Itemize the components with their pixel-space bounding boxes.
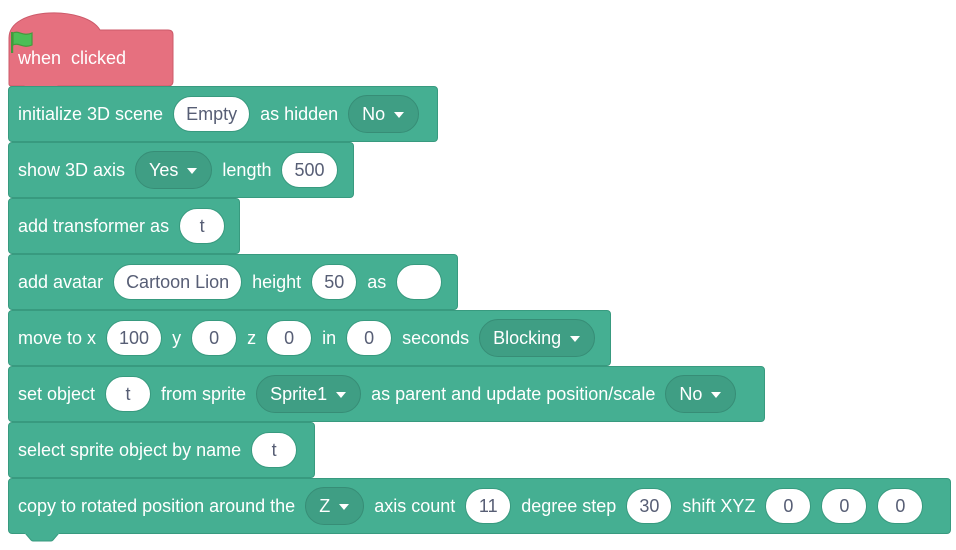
block-bottom-notch [25,533,59,542]
caret-down-icon [570,336,581,342]
block-text: in [322,327,337,348]
rotation-axis-dropdown[interactable]: Z [305,487,365,525]
object-input[interactable]: t [105,376,152,412]
height-input[interactable]: 50 [311,264,358,300]
dropdown-value: Sprite1 [270,383,328,404]
object-name-input[interactable]: t [251,432,298,468]
caret-down-icon [339,504,350,510]
move-to-block[interactable]: move to x 100 y 0 z 0 in 0 seconds Block… [8,310,611,366]
block-text: add transformer as [18,215,170,236]
dropdown-value: Yes [149,159,179,180]
when-flag-clicked-block[interactable]: when clicked [8,10,174,87]
clicked-label: clicked [71,47,127,68]
block-text: set object [18,383,96,404]
block-text: from sprite [161,383,247,404]
copy-rotated-position-block[interactable]: copy to rotated position around the Z ax… [8,478,951,542]
dropdown-value: No [679,383,703,404]
z-input[interactable]: 0 [266,320,313,356]
sprite-dropdown[interactable]: Sprite1 [256,375,362,413]
block-text: show 3D axis [18,159,126,180]
add-avatar-block[interactable]: add avatar Cartoon Lion height 50 as [8,254,458,310]
seconds-input[interactable]: 0 [346,320,393,356]
transformer-name-input[interactable]: t [179,208,226,244]
block-text: seconds [402,327,470,348]
initialize-3d-scene-block[interactable]: initialize 3D scene Empty as hidden No [8,86,438,142]
block-text: select sprite object by name [18,439,242,460]
block-text: move to x [18,327,97,348]
green-flag-icon [11,31,33,53]
shift-y-input[interactable]: 0 [821,488,868,524]
dropdown-value: Z [319,495,331,516]
count-input[interactable]: 11 [465,488,512,524]
shift-z-input[interactable]: 0 [877,488,924,524]
block-text: as parent and update position/scale [371,383,656,404]
block-text: z [247,327,257,348]
scene-input[interactable]: Empty [173,96,251,132]
block-text: shift XYZ [682,495,756,516]
hidden-dropdown[interactable]: No [348,95,420,133]
dropdown-value: No [362,103,386,124]
block-text: axis count [374,495,456,516]
add-transformer-block[interactable]: add transformer as t [8,198,240,254]
select-sprite-object-block[interactable]: select sprite object by name t [8,422,315,478]
avatar-name-input[interactable] [396,264,443,300]
block-text: length [222,159,272,180]
block-text: copy to rotated position around the [18,495,296,516]
block-text: height [252,271,302,292]
length-input[interactable]: 500 [281,152,338,188]
show-3d-axis-block[interactable]: show 3D axis Yes length 500 [8,142,354,198]
shift-x-input[interactable]: 0 [765,488,812,524]
degree-step-input[interactable]: 30 [626,488,673,524]
caret-down-icon [187,168,198,174]
mode-dropdown[interactable]: Blocking [479,319,596,357]
update-dropdown[interactable]: No [665,375,737,413]
avatar-input[interactable]: Cartoon Lion [113,264,243,300]
set-object-parent-block[interactable]: set object t from sprite Sprite1 as pare… [8,366,765,422]
caret-down-icon [336,392,347,398]
block-text: degree step [521,495,617,516]
block-text: initialize 3D scene [18,103,164,124]
block-text: y [172,327,182,348]
block-text: as hidden [260,103,339,124]
axis-dropdown[interactable]: Yes [135,151,213,189]
x-input[interactable]: 100 [106,320,163,356]
dropdown-value: Blocking [493,327,562,348]
caret-down-icon [711,392,722,398]
block-text: as [367,271,387,292]
block-text: add avatar [18,271,104,292]
caret-down-icon [394,112,405,118]
y-input[interactable]: 0 [191,320,238,356]
